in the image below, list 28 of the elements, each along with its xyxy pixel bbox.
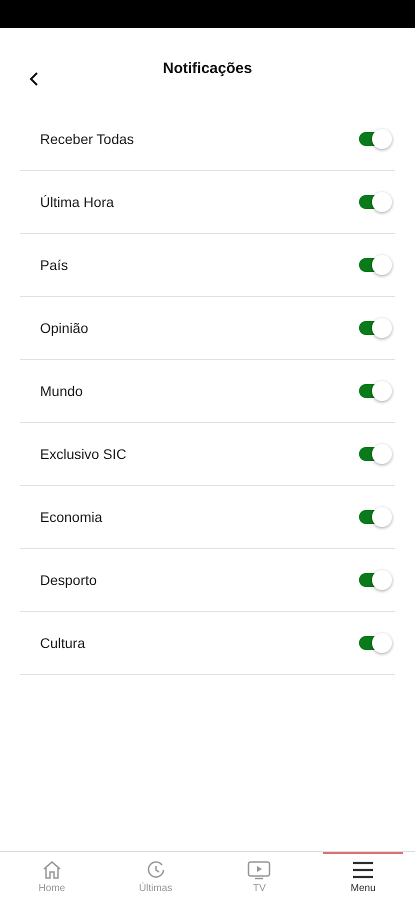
nav-tab[interactable]: Menu — [323, 852, 403, 900]
toggle-switch[interactable] — [359, 569, 393, 591]
setting-label: Opinião — [40, 320, 88, 336]
setting-label: Exclusivo SIC — [40, 446, 126, 462]
menu-icon — [351, 860, 376, 880]
nav-tab[interactable]: Últimas — [116, 852, 196, 900]
toggle-switch[interactable] — [359, 191, 393, 213]
toggle-switch[interactable] — [359, 380, 393, 402]
page-title: Notificações — [162, 60, 252, 76]
home-icon — [42, 860, 62, 880]
back-icon[interactable] — [29, 71, 39, 87]
setting-label: Desporto — [40, 572, 97, 588]
setting-label: Receber Todas — [40, 131, 134, 147]
toggle-switch[interactable] — [359, 128, 393, 150]
nav-tab[interactable]: Home — [12, 852, 92, 900]
setting-label: Economia — [40, 509, 102, 525]
nav-tab[interactable]: TV — [220, 852, 300, 900]
setting-label: Cultura — [40, 635, 86, 651]
toggle-switch[interactable] — [359, 632, 393, 654]
toggle-switch[interactable] — [359, 443, 393, 465]
toggle-switch[interactable] — [359, 254, 393, 276]
setting-label: Mundo — [40, 383, 83, 399]
play-screen-icon — [247, 860, 272, 880]
toggle-switch[interactable] — [359, 317, 393, 339]
clock-icon — [146, 860, 166, 880]
setting-label: Última Hora — [40, 194, 114, 210]
setting-label: País — [40, 257, 68, 273]
toggle-switch[interactable] — [359, 506, 393, 528]
